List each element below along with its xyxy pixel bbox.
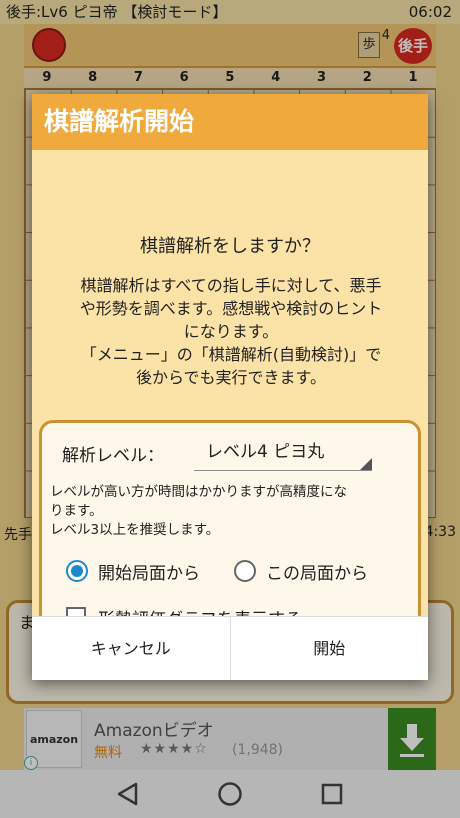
level-note-line: ります。: [50, 503, 103, 519]
dialog-question: 棋譜解析をしますか？: [140, 236, 320, 257]
description-line: 後からでも実行できます。: [136, 368, 326, 387]
cancel-button[interactable]: キャンセル: [32, 617, 230, 680]
dialog-body: 棋譜解析をしますか？ 棋譜解析はすべての指し手に対して、悪手 や形勢を調べます。…: [32, 150, 428, 660]
level-note-line: レベル3以上を推奨します。: [50, 522, 220, 538]
analysis-dialog: 棋譜解析開始 棋譜解析をしますか？ 棋譜解析はすべての指し手に対して、悪手 や形…: [32, 94, 428, 680]
radio-from-current-label[interactable]: この局面から: [266, 559, 368, 584]
dropdown-arrow-icon: [360, 458, 372, 470]
level-value: レベル4 ピヨ丸: [206, 442, 325, 462]
level-label: 解析レベル：: [62, 446, 164, 466]
radio-from-current[interactable]: [234, 560, 256, 582]
dialog-title: 棋譜解析開始: [32, 94, 428, 150]
start-position-radio-group: 開始局面から この局面から: [60, 558, 420, 586]
radio-from-start[interactable]: [66, 560, 88, 582]
description-line: や形勢を調べます。感想戦や検討のヒント: [79, 299, 383, 318]
radio-from-start-label[interactable]: 開始局面から: [98, 559, 200, 584]
description-line: 棋譜解析はすべての指し手に対して、悪手: [80, 276, 382, 295]
level-note-line: レベルが高い方が時間はかかりますが高精度にな: [50, 484, 347, 500]
dialog-description: 棋譜解析はすべての指し手に対して、悪手 や形勢を調べます。感想戦や検討のヒント …: [36, 274, 426, 389]
start-button[interactable]: 開始: [229, 617, 429, 680]
level-note: レベルが高い方が時間はかかりますが高精度にな ります。 レベル3以上を推奨します…: [50, 483, 420, 540]
description-line: になります。: [183, 322, 279, 341]
description-line: 「メニュー」の「棋譜解析(自動検討)」で: [80, 345, 382, 364]
level-dropdown[interactable]: レベル4 ピヨ丸: [194, 433, 372, 471]
dialog-button-bar: キャンセル 開始: [32, 616, 428, 680]
